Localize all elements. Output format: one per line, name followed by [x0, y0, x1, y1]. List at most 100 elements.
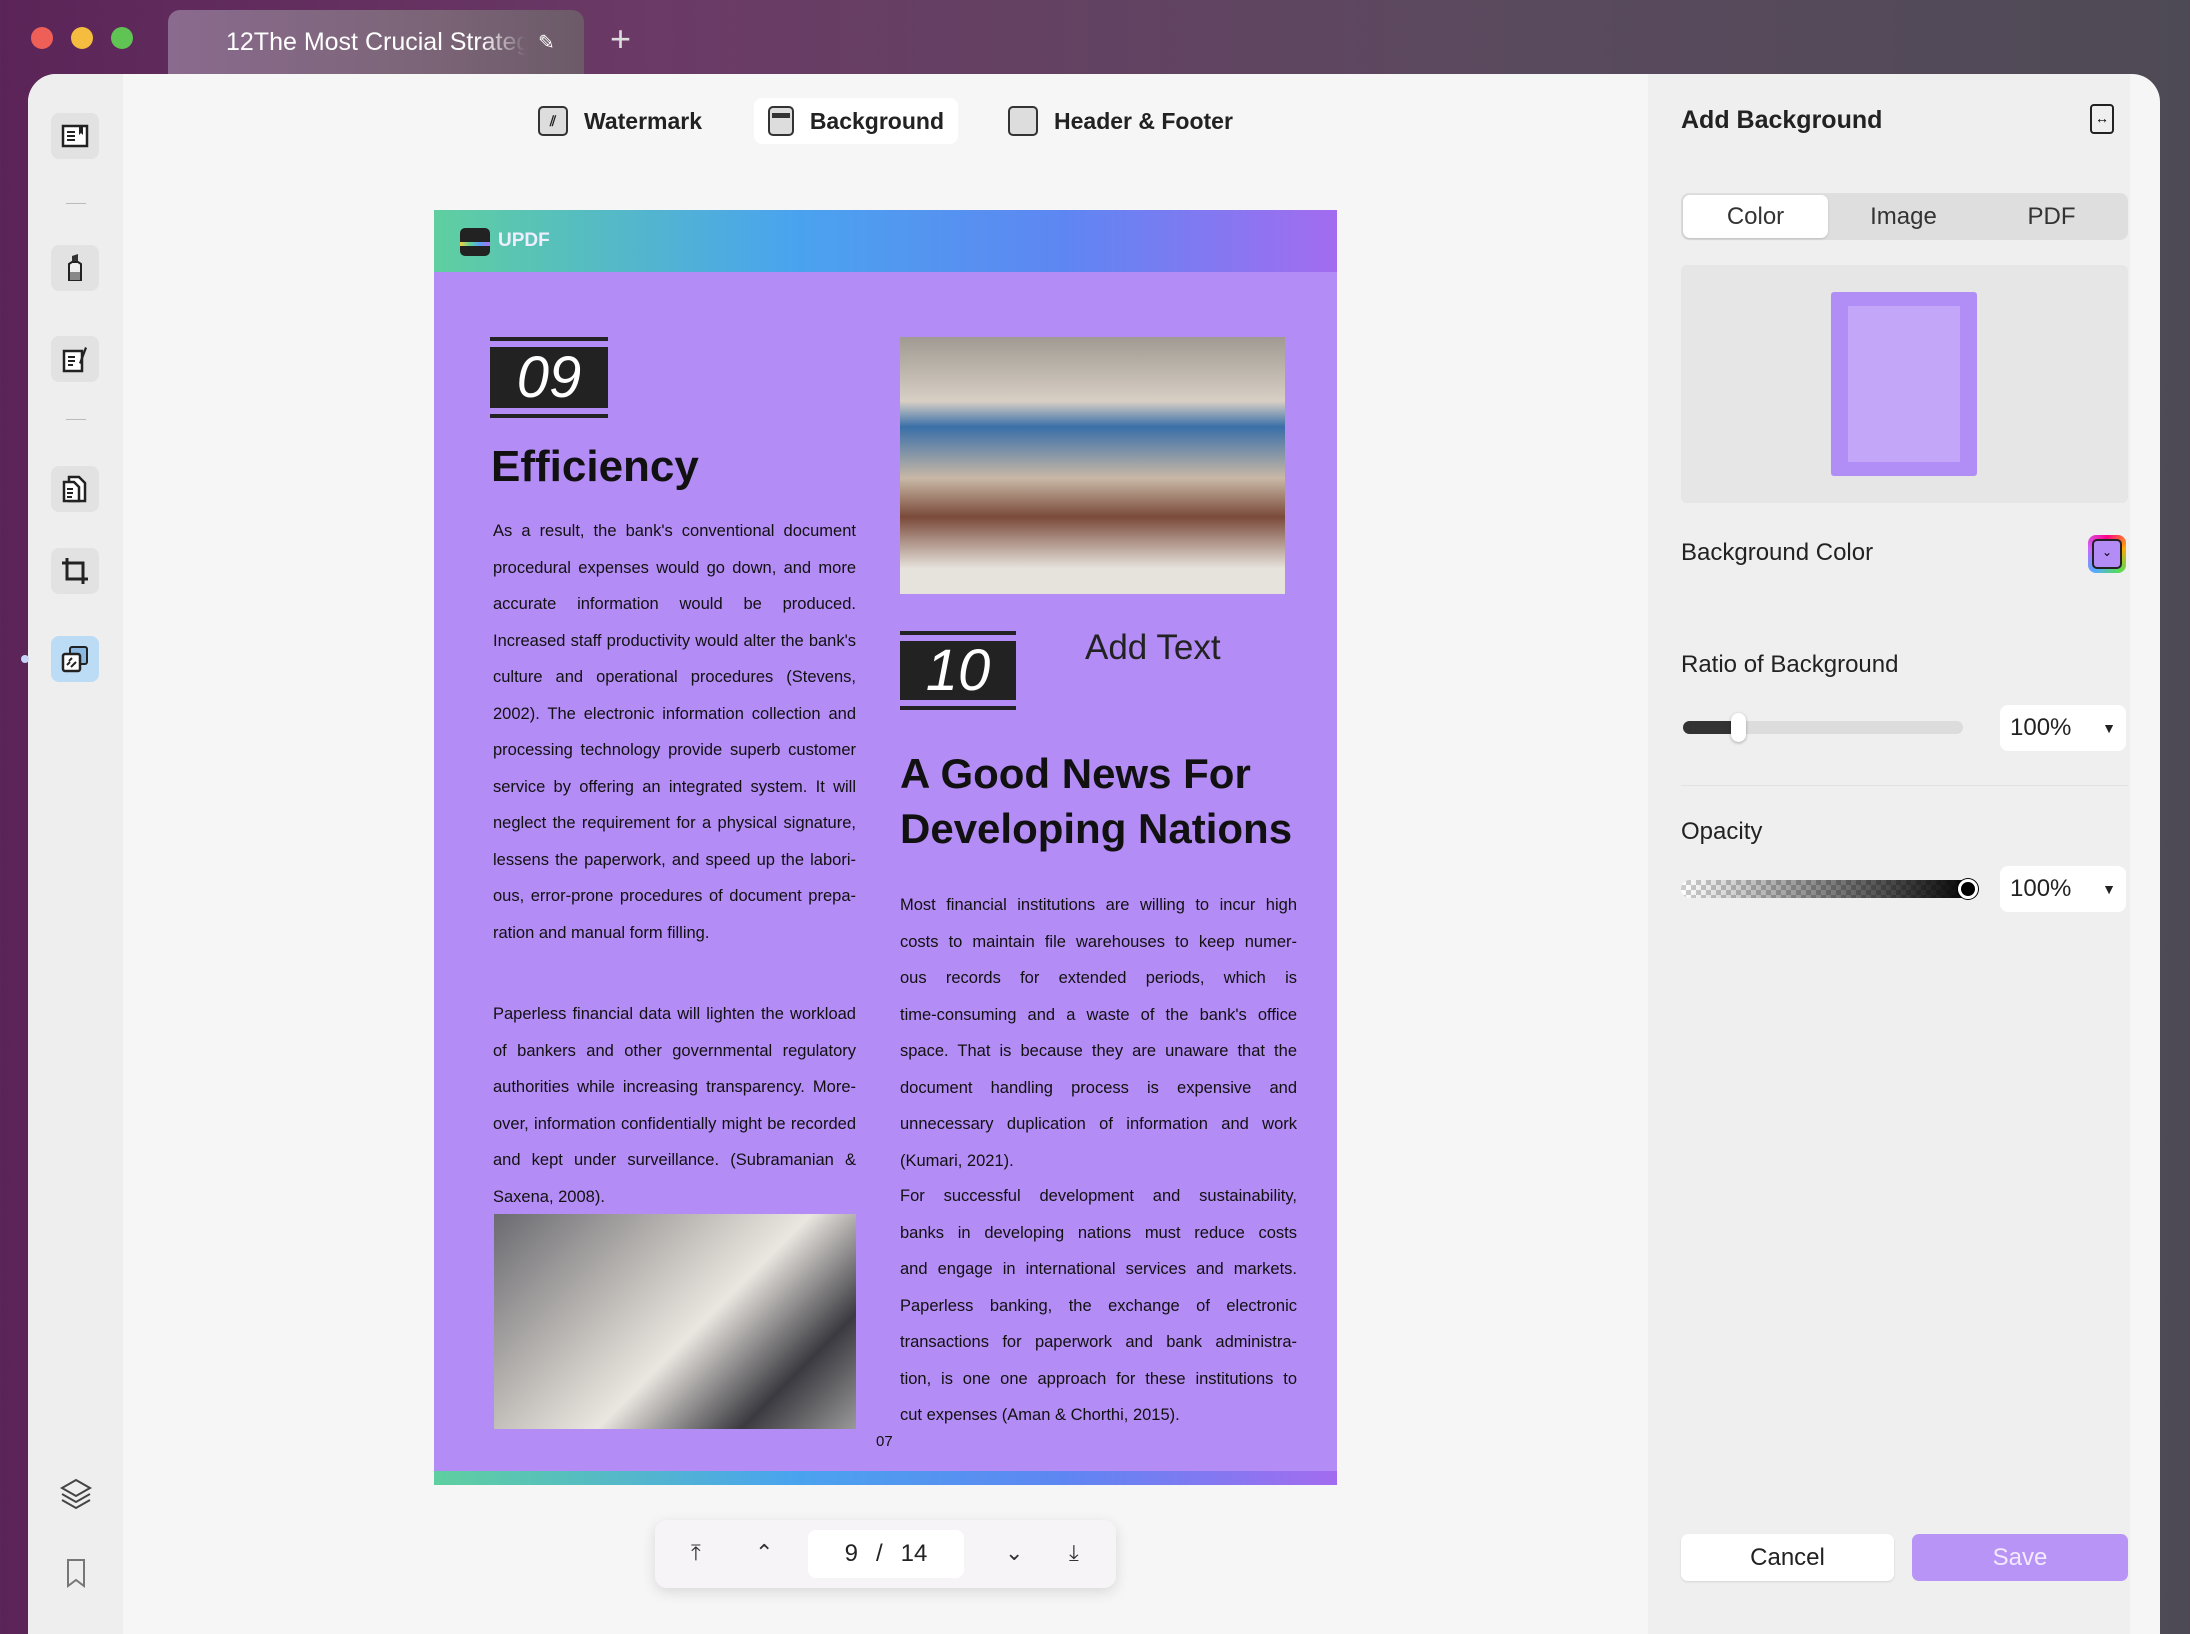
- text-line: transactions for paperwork and bank admi…: [900, 1333, 1297, 1351]
- ratio-value: 100%: [2010, 714, 2072, 741]
- page-preview-thumbnail: [1831, 292, 1977, 476]
- divider: [66, 419, 86, 420]
- section-number: 10: [900, 631, 1016, 710]
- preview-area: [1681, 265, 2128, 503]
- opacity-slider-thumb[interactable]: [1958, 879, 1978, 899]
- text-line: and engage in international services and…: [900, 1260, 1297, 1278]
- opacity-value: 100%: [2010, 875, 2072, 902]
- text-line: costs to maintain file warehouses to kee…: [900, 932, 1297, 951]
- text-line: processing technology provide superb cus…: [493, 741, 856, 759]
- organize-pages-button[interactable]: [51, 466, 99, 512]
- tab-title: 12The Most Crucial Strategies: [226, 27, 526, 56]
- book-icon: [61, 124, 89, 148]
- title-line: A Good News For: [900, 750, 1251, 797]
- previous-page-button[interactable]: ⌃: [755, 1540, 773, 1566]
- current-page: 9: [844, 1540, 858, 1567]
- cancel-button[interactable]: Cancel: [1681, 1534, 1894, 1581]
- chevron-down-icon: ⌄: [2092, 539, 2122, 569]
- ratio-slider[interactable]: [1683, 713, 1963, 742]
- save-button[interactable]: Save: [1912, 1534, 2128, 1581]
- active-indicator: [21, 655, 29, 663]
- opacity-dropdown[interactable]: 100% ▼: [2000, 866, 2126, 912]
- section-title: Efficiency: [491, 442, 699, 491]
- new-tab-button[interactable]: +: [610, 18, 631, 60]
- page-header-band: [434, 210, 1337, 272]
- page-number-input[interactable]: 9 / 14: [808, 1530, 964, 1578]
- background-color-label: Background Color: [1681, 539, 1874, 566]
- laptop-photo: [494, 1214, 856, 1429]
- text-line: time-consuming and a waste of the bank's…: [900, 1005, 1297, 1024]
- color-picker-button[interactable]: ⌄: [2088, 535, 2126, 573]
- maximize-window-button[interactable]: [111, 27, 133, 49]
- segment-image[interactable]: Image: [1831, 195, 1976, 238]
- tab-label: Watermark: [584, 107, 703, 134]
- background-type-segmented-control: Color Image PDF: [1681, 193, 2128, 240]
- next-page-button[interactable]: ⌄: [1005, 1540, 1023, 1566]
- text-line: service by offering an integrated system…: [493, 777, 856, 796]
- text-line: accurate information would be produced.: [493, 595, 856, 613]
- background-icon: [768, 106, 794, 136]
- tab-label: Background: [809, 107, 944, 134]
- segment-color[interactable]: Color: [1683, 195, 1828, 238]
- layers-icon: [59, 1478, 93, 1510]
- text-line: ration and manual form filling.: [493, 923, 710, 942]
- text-line: lessens the paperwork, and speed up the …: [493, 850, 856, 869]
- tab-background[interactable]: Background: [754, 98, 958, 144]
- text-line: Increased staff productivity would alter…: [493, 631, 856, 650]
- dropdown-arrow-icon: ▼: [2102, 720, 2116, 736]
- text-line: of bankers and other governmental regula…: [493, 1041, 856, 1060]
- background-watermark-icon: [61, 646, 88, 673]
- pages-icon: [62, 475, 87, 503]
- crop-tool-button[interactable]: [51, 548, 99, 594]
- layers-button[interactable]: [59, 1476, 93, 1510]
- reader-tool-button[interactable]: [51, 113, 99, 159]
- section-number: 09: [490, 337, 608, 418]
- title-line: Developing Nations: [900, 805, 1293, 852]
- last-page-button[interactable]: ⤓: [1069, 1540, 1079, 1566]
- text-line: unnecessary duplication of information a…: [900, 1115, 1297, 1133]
- text-line: Most financial institutions are willing …: [900, 896, 1297, 914]
- ratio-slider-thumb[interactable]: [1731, 713, 1746, 742]
- first-page-button[interactable]: ⤒: [691, 1540, 701, 1566]
- pencil-icon[interactable]: ✎: [538, 30, 555, 55]
- comment-tool-button[interactable]: [51, 245, 99, 291]
- tab-watermark[interactable]: ⫽ Watermark: [524, 98, 716, 144]
- highlighter-icon: [68, 254, 82, 281]
- opacity-label: Opacity: [1681, 818, 1763, 845]
- page-separator: /: [875, 1540, 883, 1567]
- page-tools-button[interactable]: [51, 636, 99, 682]
- text-line: authorities while increasing transparenc…: [493, 1078, 856, 1096]
- text-line: cut expenses (Aman & Chorthi, 2015).: [900, 1406, 1180, 1424]
- edit-tool-button[interactable]: [51, 336, 99, 382]
- header-footer-icon: [1008, 106, 1038, 136]
- updf-logo: [460, 228, 490, 256]
- opacity-slider[interactable]: [1681, 879, 1978, 899]
- apply-to-pages-icon[interactable]: ↔: [2090, 104, 2114, 134]
- text-line: neglect the requirement for a physical s…: [493, 814, 856, 832]
- divider: [1681, 785, 2128, 786]
- minimize-window-button[interactable]: [71, 27, 93, 49]
- add-text-placeholder[interactable]: Add Text: [1085, 628, 1221, 668]
- text-line: space. That is because they are unaware …: [900, 1042, 1297, 1060]
- document-tab[interactable]: 12The Most Crucial Strategies ✎: [168, 10, 584, 74]
- divider: [66, 203, 86, 204]
- text-line: ous, error-prone procedures of document …: [493, 887, 856, 905]
- updf-logo-text: UPDF: [498, 230, 550, 251]
- close-window-button[interactable]: [31, 27, 53, 49]
- ratio-label: Ratio of Background: [1681, 651, 1899, 678]
- watermark-icon: ⫽: [538, 106, 568, 136]
- office-photo: [900, 337, 1285, 594]
- text-line: procedural expenses would go down, and m…: [493, 558, 856, 577]
- ratio-dropdown[interactable]: 100% ▼: [2000, 705, 2126, 751]
- crop-icon: [62, 558, 88, 584]
- page-number: 07: [876, 1433, 893, 1450]
- tab-header-footer[interactable]: Header & Footer: [994, 98, 1247, 144]
- text-line: As a result, the bank's conventional doc…: [493, 522, 856, 540]
- section-title: A Good News For Developing Nations: [900, 746, 1292, 856]
- text-line: banks in developing nations must reduce …: [900, 1223, 1297, 1242]
- total-pages: 14: [900, 1540, 928, 1567]
- edit-document-icon: [62, 347, 87, 373]
- segment-pdf[interactable]: PDF: [1979, 195, 2124, 238]
- bookmark-button[interactable]: [65, 1558, 87, 1588]
- dropdown-arrow-icon: ▼: [2102, 881, 2116, 897]
